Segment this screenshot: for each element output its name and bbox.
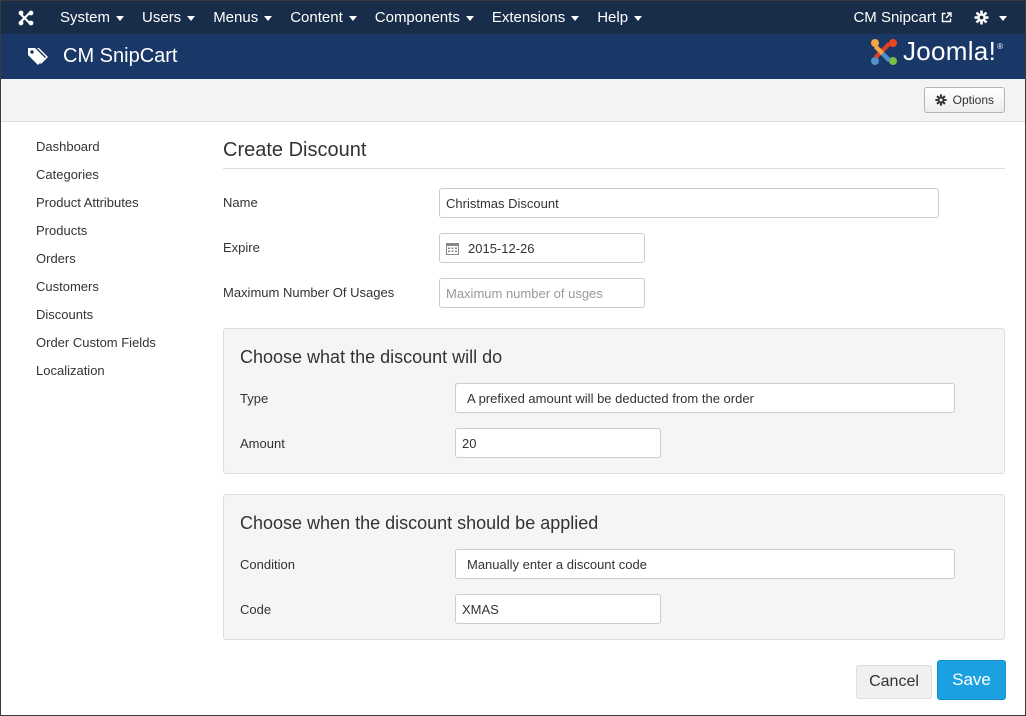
menu-label: Extensions [491,9,566,26]
component-header: CM SnipCart Joomla! ® [1,34,1025,79]
save-button[interactable]: Save [937,660,1006,700]
type-label: Type [240,391,269,406]
menu-extensions[interactable]: Extensions [483,1,588,34]
condition-label: Condition [240,557,295,572]
site-name: CM Snipcart [853,9,936,26]
menu-label: Menus [213,9,259,26]
sidebar-item-categories[interactable]: Categories [36,165,206,193]
sidebar-item-orders[interactable]: Orders [36,249,206,277]
menu-content[interactable]: Content [281,1,366,34]
menu-help[interactable]: Help [588,1,651,34]
sidebar-item-customers[interactable]: Customers [36,277,206,305]
max-usages-row: Maximum Number Of Usages Maximum number … [223,278,1005,323]
menu-label: Components [374,9,460,26]
name-field[interactable]: Christmas Discount [439,188,939,218]
menu-system[interactable]: System [51,1,133,34]
discount-action-fieldset: Choose what the discount will do Type A … [223,328,1005,474]
cancel-button[interactable]: Cancel [856,665,932,699]
type-select[interactable]: A prefixed amount will be deducted from … [455,383,955,413]
main-menu: System Users Menus Content Components Ex… [51,1,651,34]
max-usages-label: Maximum Number Of Usages [223,285,395,300]
caret-down-icon [571,16,580,21]
options-button[interactable]: Options [923,87,1005,113]
menu-menus[interactable]: Menus [204,1,281,34]
caret-down-icon [264,16,273,21]
main-content: Create Discount Name Christmas Discount … [223,139,1005,323]
joomla-menu-icon[interactable] [1,1,51,34]
sidebar-item-products[interactable]: Products [36,221,206,249]
sidebar-item-order-custom-fields[interactable]: Order Custom Fields [36,333,206,361]
code-label: Code [240,602,272,617]
expire-label: Expire [223,240,260,255]
navbar-right: CM Snipcart [841,1,1025,34]
caret-down-icon [465,16,474,21]
gear-icon [974,10,989,25]
view-site-link[interactable]: CM Snipcart [841,9,964,26]
component-title: CM SnipCart [63,45,178,67]
menu-label: Users [142,9,182,26]
amount-field[interactable]: 20 [455,428,661,458]
max-usages-field[interactable]: Maximum number of usges [439,278,645,308]
discount-condition-fieldset: Choose when the discount should be appli… [223,494,1005,640]
options-label: Options [952,93,994,107]
menu-label: Content [290,9,343,26]
toolbar: Options [1,79,1025,122]
discount-condition-title: Choose when the discount should be appli… [240,513,599,533]
tags-icon [25,45,49,69]
sidebar: Dashboard Categories Product Attributes … [36,137,206,389]
page-title: Create Discount [223,139,1005,169]
menu-label: Help [597,9,629,26]
name-label: Name [223,195,258,210]
caret-down-icon [634,16,643,21]
code-field[interactable]: XMAS [455,594,661,624]
menu-label: System [60,9,111,26]
user-settings-menu[interactable] [964,10,1025,25]
sidebar-item-discounts[interactable]: Discounts [36,305,206,333]
menu-users[interactable]: Users [133,1,204,34]
sidebar-item-dashboard[interactable]: Dashboard [36,137,206,165]
caret-down-icon [116,16,125,21]
gear-icon [935,94,947,106]
expire-row: Expire 2015-12-26 [223,233,1005,278]
expire-date-value: 2015-12-26 [468,240,535,256]
joomla-logo: Joomla! ® [869,36,1003,67]
top-navbar: System Users Menus Content Components Ex… [1,1,1025,34]
caret-down-icon [348,16,357,21]
external-link-icon [941,12,952,23]
expire-date-field[interactable]: 2015-12-26 [439,233,645,263]
name-row: Name Christmas Discount [223,188,1005,233]
sidebar-item-localization[interactable]: Localization [36,361,206,389]
sidebar-item-product-attributes[interactable]: Product Attributes [36,193,206,221]
menu-components[interactable]: Components [366,1,483,34]
caret-down-icon [999,16,1007,21]
joomla-wordmark: Joomla! [902,36,997,66]
joomla-logo-icon [870,38,897,65]
discount-action-title: Choose what the discount will do [240,347,503,367]
registered-mark-icon: ® [997,42,1003,51]
condition-select[interactable]: Manually enter a discount code [455,549,955,579]
amount-label: Amount [240,436,285,451]
calendar-icon[interactable] [446,242,459,255]
caret-down-icon [187,16,196,21]
